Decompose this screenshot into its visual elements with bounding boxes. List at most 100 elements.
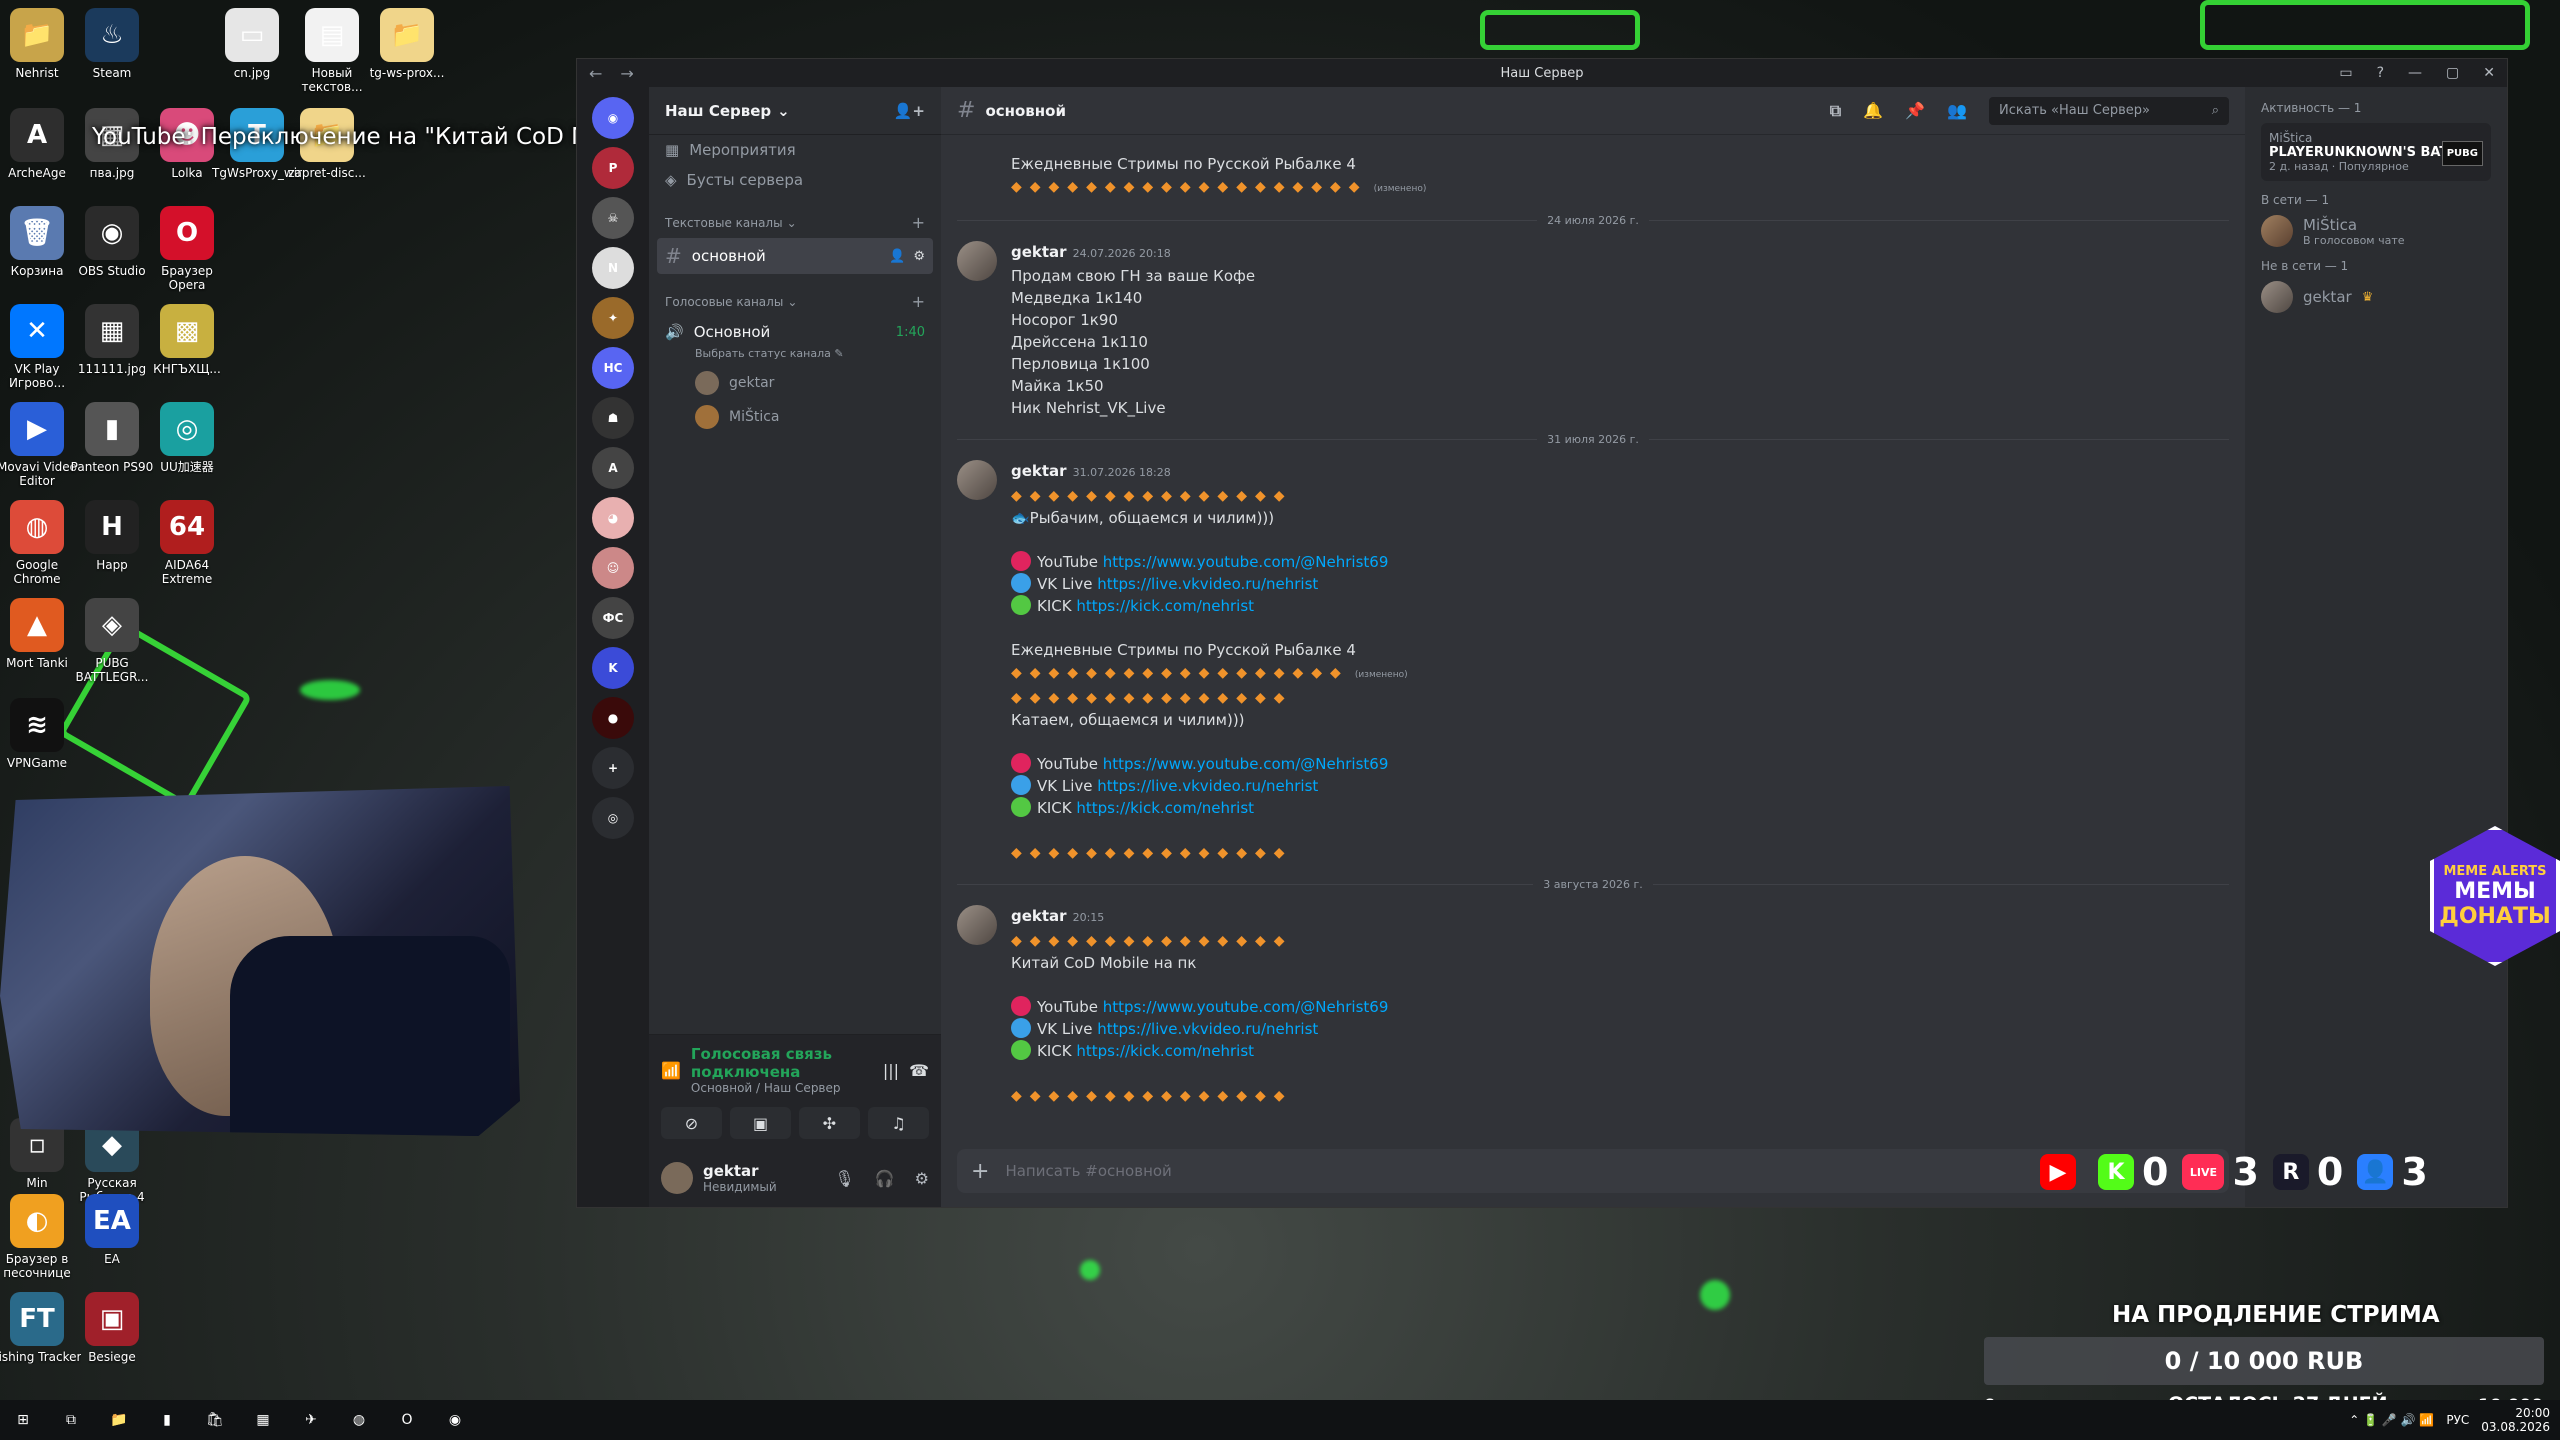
desktop-icon[interactable]: O Браузер Opera <box>142 206 232 292</box>
message-author[interactable]: gektar <box>1011 907 1067 925</box>
soundboard-button[interactable]: ♫ <box>868 1107 929 1139</box>
message-link[interactable]: https://kick.com/nehrist <box>1076 1042 1254 1060</box>
avatar[interactable] <box>661 1162 693 1194</box>
add-channel-icon[interactable]: + <box>912 213 925 232</box>
member-item[interactable]: gektar ♛ <box>2261 281 2491 313</box>
server-icon[interactable]: ☠ <box>592 197 634 239</box>
activities-button[interactable]: ✣ <box>799 1107 860 1139</box>
voice-connected-title[interactable]: Голосовая связь подключена <box>691 1045 873 1081</box>
store-icon[interactable]: 🛍 <box>202 1407 228 1433</box>
opera-icon[interactable]: O <box>394 1407 420 1433</box>
server-icon[interactable]: K <box>592 647 634 689</box>
message-author[interactable]: gektar <box>1011 243 1067 261</box>
forward-arrow-icon[interactable]: → <box>620 64 633 83</box>
message[interactable]: gektar 31.07.2026 18:28 ◆◆◆◆◆◆◆◆◆◆◆◆◆◆◆ 🐟Ры… <box>941 456 2245 868</box>
member-item[interactable]: MiŠtica В голосовом чате <box>2261 215 2491 247</box>
message[interactable]: Ежедневные Стримы по Русской Рыбалке 4 ◆◆… <box>941 149 2245 204</box>
desktop-icon[interactable]: ≋ VPNGame <box>0 698 82 770</box>
discord-icon[interactable]: ◉ <box>442 1407 468 1433</box>
disconnect-icon[interactable]: ☎ <box>909 1061 929 1080</box>
app-icon[interactable]: ▦ <box>250 1407 276 1433</box>
telegram-icon[interactable]: ✈ <box>298 1407 324 1433</box>
desktop-icon[interactable]: ▭ cn.jpg <box>207 8 297 80</box>
inbox-icon[interactable]: ▭ <box>2339 65 2352 81</box>
voice-user[interactable]: MiŠtica <box>649 400 941 434</box>
language-indicator[interactable]: РУС <box>2446 1413 2469 1427</box>
start-icon[interactable]: ⊞ <box>10 1407 36 1433</box>
server-icon[interactable]: ◉ <box>592 97 634 139</box>
add-member-icon[interactable]: 👤+ <box>894 102 925 120</box>
help-icon[interactable]: ? <box>2377 65 2384 81</box>
clock[interactable]: 20:00 03.08.2026 <box>2481 1406 2550 1434</box>
microphone-icon[interactable]: 🎙 <box>834 1169 854 1188</box>
tray-icons[interactable]: ⌃ 🔋 🎤 🔊 📶 <box>2349 1413 2434 1427</box>
server-icon[interactable]: ☗ <box>592 397 634 439</box>
user-info[interactable]: gektar Невидимый <box>703 1162 777 1194</box>
desktop-icon[interactable]: ◆Русская Рыбалка 4 <box>67 1118 157 1204</box>
message-link[interactable]: https://www.youtube.com/@Nehrist69 <box>1103 998 1389 1016</box>
server-icon[interactable]: P <box>592 147 634 189</box>
server-icon[interactable]: ☺ <box>592 547 634 589</box>
message[interactable]: gektar 24.07.2026 20:18 Продам свою ГН за … <box>941 237 2245 423</box>
desktop-icon[interactable]: ▩ КНГЪХЩ... <box>142 304 232 376</box>
desktop-icon[interactable]: ▣ Besiege <box>67 1292 157 1364</box>
server-icon[interactable]: ◎ <box>592 797 634 839</box>
headphones-icon[interactable]: 🎧 <box>875 1169 895 1188</box>
bell-icon[interactable]: 🔔 <box>1863 101 1883 120</box>
message-link[interactable]: https://www.youtube.com/@Nehrist69 <box>1103 755 1389 773</box>
pin-icon[interactable]: 📌 <box>1905 101 1925 120</box>
voice-connected-subtitle[interactable]: Основной / Наш Сервер <box>691 1081 873 1095</box>
members-icon[interactable]: 👥 <box>1947 101 1967 120</box>
folder-icon[interactable]: 📁 <box>106 1407 132 1433</box>
search-input[interactable]: Искать «Наш Сервер» ⌕ <box>1989 96 2229 125</box>
voice-user[interactable]: gektar <box>649 366 941 400</box>
gear-icon[interactable]: ⚙ <box>915 1169 929 1188</box>
message[interactable]: gektar 20:15 ◆◆◆◆◆◆◆◆◆◆◆◆◆◆◆ Китай CoD Mobi… <box>941 901 2245 1111</box>
avatar[interactable] <box>957 460 997 500</box>
desktop-icon[interactable]: EA EA <box>67 1194 157 1266</box>
server-icon[interactable]: + <box>592 747 634 789</box>
desktop-icon[interactable]: 📁 tg-ws-prox... <box>362 8 452 80</box>
avatar[interactable] <box>957 241 997 281</box>
message-link[interactable]: https://www.youtube.com/@Nehrist69 <box>1103 553 1389 571</box>
message-link[interactable]: https://live.vkvideo.ru/nehrist <box>1097 777 1318 795</box>
server-icon[interactable]: N <box>592 247 634 289</box>
add-attachment-icon[interactable]: + <box>971 1159 989 1184</box>
task-view-icon[interactable]: ⧉ <box>58 1407 84 1433</box>
message-composer[interactable]: + Написать #основной <box>957 1149 2229 1193</box>
desktop-icon[interactable]: ♨ Steam <box>67 8 157 80</box>
desktop-icon[interactable]: ◎ UU加速器 <box>142 402 232 474</box>
message-link[interactable]: https://live.vkvideo.ru/nehrist <box>1097 575 1318 593</box>
app-icon[interactable]: ▮ <box>154 1407 180 1433</box>
noise-suppression-icon[interactable]: ||| <box>883 1061 899 1080</box>
camera-off-button[interactable]: ⊘ <box>661 1107 722 1139</box>
message-link[interactable]: https://kick.com/nehrist <box>1076 799 1254 817</box>
add-channel-icon[interactable]: + <box>912 292 925 311</box>
server-header[interactable]: Наш Сервер ⌄ 👤+ <box>649 87 941 135</box>
server-icon[interactable]: ● <box>592 697 634 739</box>
gear-icon[interactable]: ⚙ <box>913 249 925 264</box>
voice-status-setter[interactable]: Выбрать статус канала ✎ <box>649 347 941 366</box>
text-channels-category[interactable]: Текстовые каналы ⌄ + <box>649 195 941 238</box>
avatar[interactable] <box>957 905 997 945</box>
screen-share-button[interactable]: ▣ <box>730 1107 791 1139</box>
channel-osnovnoy[interactable]: # основной 👤 ⚙ <box>657 238 933 274</box>
minimize-button[interactable]: — <box>2408 65 2422 81</box>
message-link[interactable]: https://live.vkvideo.ru/nehrist <box>1097 1020 1318 1038</box>
server-icon[interactable]: ✦ <box>592 297 634 339</box>
voice-channels-category[interactable]: Голосовые каналы ⌄ + <box>649 274 941 317</box>
desktop-icon[interactable]: ◈ PUBG BATTLEGR... <box>67 598 157 684</box>
server-icon[interactable]: ФС <box>592 597 634 639</box>
voice-channel-osnovnoy[interactable]: 🔊 Основной 1:40 <box>657 317 933 347</box>
message-author[interactable]: gektar <box>1011 462 1067 480</box>
maximize-button[interactable]: ▢ <box>2446 65 2459 81</box>
sidebar-item-boosts[interactable]: ◈ Бусты сервера <box>649 165 941 195</box>
invite-icon[interactable]: 👤 <box>889 249 905 264</box>
threads-icon[interactable]: ⧉ <box>1830 101 1841 121</box>
desktop-icon[interactable]: 64 AIDA64 Extreme <box>142 500 232 586</box>
chrome-icon[interactable]: ◍ <box>346 1407 372 1433</box>
server-icon[interactable]: ◕ <box>592 497 634 539</box>
message-link[interactable]: https://kick.com/nehrist <box>1076 597 1254 615</box>
back-arrow-icon[interactable]: ← <box>589 64 602 83</box>
close-button[interactable]: ✕ <box>2483 65 2495 81</box>
